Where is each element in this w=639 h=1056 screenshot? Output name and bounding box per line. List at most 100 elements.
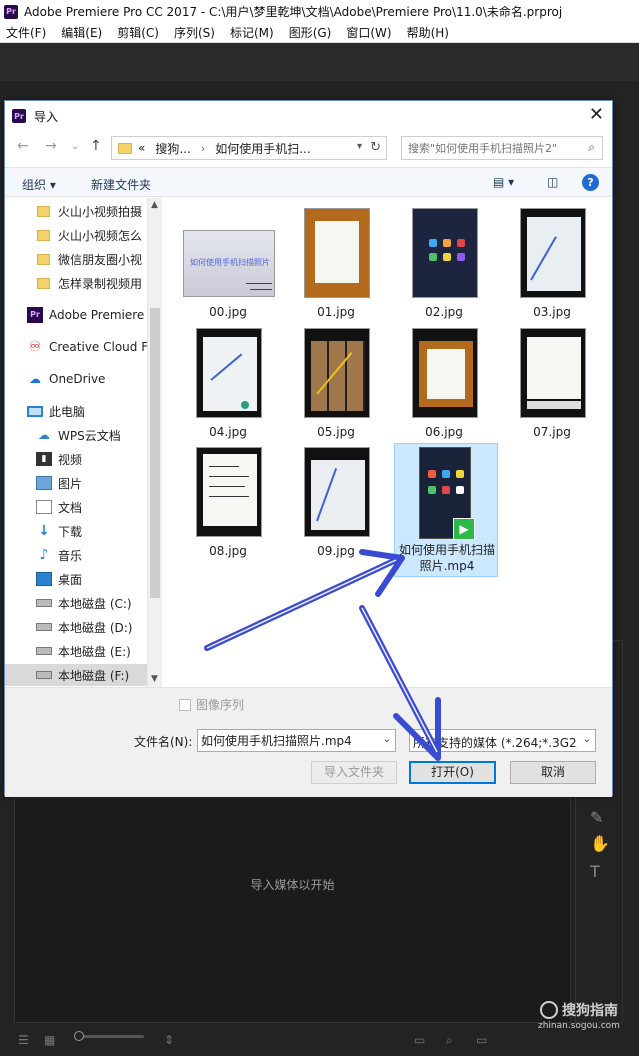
file-tile-video-selected[interactable]: ▶ 如何使用手机扫描照片.mp4: [394, 443, 498, 577]
zoom-slider-knob[interactable]: [74, 1031, 84, 1041]
view-mode-icon[interactable]: ▤ ▾: [493, 175, 514, 189]
breadcrumb-separator-icon: ›: [200, 141, 206, 155]
refresh-icon[interactable]: ↻: [370, 140, 381, 155]
dialog-footer: 图像序列 文件名(N): ⌄ 所有支持的媒体 (*.264;*.3G2;* ⌄ …: [5, 687, 612, 797]
zoom-slider[interactable]: [74, 1035, 144, 1038]
nav-item-folder-4[interactable]: 怎样录制视频用: [5, 272, 147, 294]
nav-item-videos[interactable]: ▮ 视频: [5, 448, 147, 470]
organize-button[interactable]: 组织 ▾: [22, 176, 56, 193]
import-media-hint: 导入媒体以开始: [250, 878, 335, 892]
scrollbar-thumb[interactable]: [150, 308, 160, 598]
menu-marker[interactable]: 标记(M): [230, 24, 274, 41]
file-tile-01[interactable]: 01.jpg: [284, 202, 388, 324]
filename-input[interactable]: [201, 733, 371, 747]
download-icon: ↓: [38, 523, 50, 539]
forward-arrow-icon[interactable]: →: [45, 138, 57, 154]
video-badge-icon: ▶: [453, 518, 475, 540]
nav-item-drive-d[interactable]: 本地磁盘 (D:): [5, 616, 147, 638]
back-arrow-icon[interactable]: ←: [17, 138, 29, 154]
hand-tool-icon[interactable]: ✋: [590, 834, 610, 853]
file-name: 05.jpg: [317, 425, 355, 439]
file-thumbnail: [412, 328, 478, 418]
file-tile-03[interactable]: 03.jpg: [500, 202, 604, 324]
breadcrumb-item[interactable]: 搜狗...: [155, 140, 190, 157]
cancel-button[interactable]: 取消: [510, 761, 596, 784]
close-icon[interactable]: ✕: [589, 105, 604, 125]
address-bar[interactable]: « 搜狗... › 如何使用手机扫... ▾ ↻: [111, 136, 387, 160]
menu-clip[interactable]: 剪辑(C): [117, 24, 159, 41]
menu-edit[interactable]: 编辑(E): [61, 24, 102, 41]
bin-icon[interactable]: ▭: [414, 1033, 425, 1047]
breadcrumb-current[interactable]: 如何使用手机扫...: [215, 140, 310, 157]
breadcrumb-overflow[interactable]: «: [138, 141, 145, 155]
chevron-down-icon[interactable]: ⌄: [583, 734, 591, 745]
nav-item-music[interactable]: ♪ 音乐: [5, 544, 147, 566]
find-icon[interactable]: ⌕: [446, 1033, 453, 1048]
new-bin-icon[interactable]: ▭: [476, 1033, 487, 1047]
list-view-icon[interactable]: ☰: [18, 1033, 29, 1047]
file-tile-00[interactable]: 如何使用手机扫描照片 00.jpg: [176, 202, 280, 324]
menu-window[interactable]: 窗口(W): [346, 24, 391, 41]
image-sequence-checkbox[interactable]: [179, 698, 191, 711]
thumbnail-line: [250, 289, 272, 290]
drive-icon: [36, 623, 52, 631]
nav-item-downloads[interactable]: ↓ 下载: [5, 520, 147, 542]
nav-item-folder-3[interactable]: 微信朋友圈小视: [5, 248, 147, 270]
onedrive-icon: ☁: [29, 372, 41, 386]
chevron-down-icon[interactable]: ⌄: [383, 734, 391, 745]
sort-icon[interactable]: ⇕: [164, 1033, 174, 1047]
nav-item-drive-e[interactable]: 本地磁盘 (E:): [5, 640, 147, 662]
menu-sequence[interactable]: 序列(S): [174, 24, 215, 41]
file-name: 如何使用手机扫描照片.mp4: [398, 543, 495, 573]
nav-item-onedrive[interactable]: ☁ OneDrive: [5, 368, 147, 390]
address-dropdown-icon[interactable]: ▾: [357, 141, 362, 152]
file-tile-08[interactable]: 08.jpg: [176, 441, 280, 563]
menu-graphics[interactable]: 图形(G): [289, 24, 332, 41]
menu-help[interactable]: 帮助(H): [407, 24, 449, 41]
up-arrow-icon[interactable]: ↑: [90, 138, 102, 154]
search-icon[interactable]: ⌕: [588, 140, 595, 155]
search-input[interactable]: [408, 141, 578, 155]
watermark-url: zhinan.sogou.com: [538, 1021, 620, 1031]
scroll-up-icon[interactable]: ▲: [151, 200, 158, 210]
new-folder-button[interactable]: 新建文件夹: [91, 176, 151, 193]
file-tile-02[interactable]: 02.jpg: [392, 202, 496, 324]
filetype-select[interactable]: 所有支持的媒体 (*.264;*.3G2;* ⌄: [409, 729, 596, 752]
open-button[interactable]: 打开(O): [409, 761, 496, 784]
chevron-down-icon[interactable]: ⌄: [71, 141, 79, 152]
import-folder-button[interactable]: 导入文件夹: [311, 761, 397, 784]
nav-item-adobe-premiere[interactable]: Pr Adobe Premiere: [5, 304, 147, 326]
nav-item-wps[interactable]: ☁ WPS云文档: [5, 424, 147, 446]
thumbnail-caption: 如何使用手机扫描照片: [190, 258, 270, 267]
menu-file[interactable]: 文件(F): [6, 24, 46, 41]
image-sequence-option[interactable]: 图像序列: [179, 696, 244, 713]
nav-item-folder-2[interactable]: 火山小视频怎么: [5, 224, 147, 246]
project-panel[interactable]: [14, 798, 571, 1023]
image-sequence-label: 图像序列: [196, 698, 245, 712]
nav-item-folder-1[interactable]: 火山小视频拍摄: [5, 200, 147, 222]
file-tile-09[interactable]: 09.jpg: [284, 441, 388, 563]
command-bar: 组织 ▾ 新建文件夹 ▤ ▾ ◫ ?: [5, 167, 612, 197]
scroll-down-icon[interactable]: ▼: [151, 674, 158, 684]
nav-item-creative-cloud[interactable]: ♾ Creative Cloud F: [5, 336, 147, 358]
nav-item-documents[interactable]: 文档: [5, 496, 147, 518]
file-tile-06[interactable]: 06.jpg: [392, 322, 496, 444]
type-tool-icon[interactable]: T: [590, 862, 600, 881]
search-box[interactable]: ⌕: [401, 136, 603, 160]
nav-item-drive-f[interactable]: 本地磁盘 (F:): [5, 664, 147, 686]
file-tile-04[interactable]: 04.jpg: [176, 322, 280, 444]
file-tile-07[interactable]: 07.jpg: [500, 322, 604, 444]
icon-view-icon[interactable]: ▦: [44, 1033, 55, 1047]
nav-scrollbar[interactable]: ▲ ▼: [147, 198, 162, 687]
file-thumbnail: [196, 328, 262, 418]
pen-tool-icon[interactable]: ✎: [590, 808, 603, 827]
filename-combobox[interactable]: ⌄: [197, 729, 396, 752]
nav-item-this-pc[interactable]: 此电脑: [5, 400, 147, 422]
nav-item-drive-c[interactable]: 本地磁盘 (C:): [5, 592, 147, 614]
help-icon[interactable]: ?: [582, 174, 599, 191]
file-tile-05[interactable]: 05.jpg: [284, 322, 388, 444]
preview-pane-icon[interactable]: ◫: [547, 175, 558, 189]
nav-item-pictures[interactable]: 图片: [5, 472, 147, 494]
nav-item-desktop[interactable]: 桌面: [5, 568, 147, 590]
file-name: 06.jpg: [425, 425, 463, 439]
